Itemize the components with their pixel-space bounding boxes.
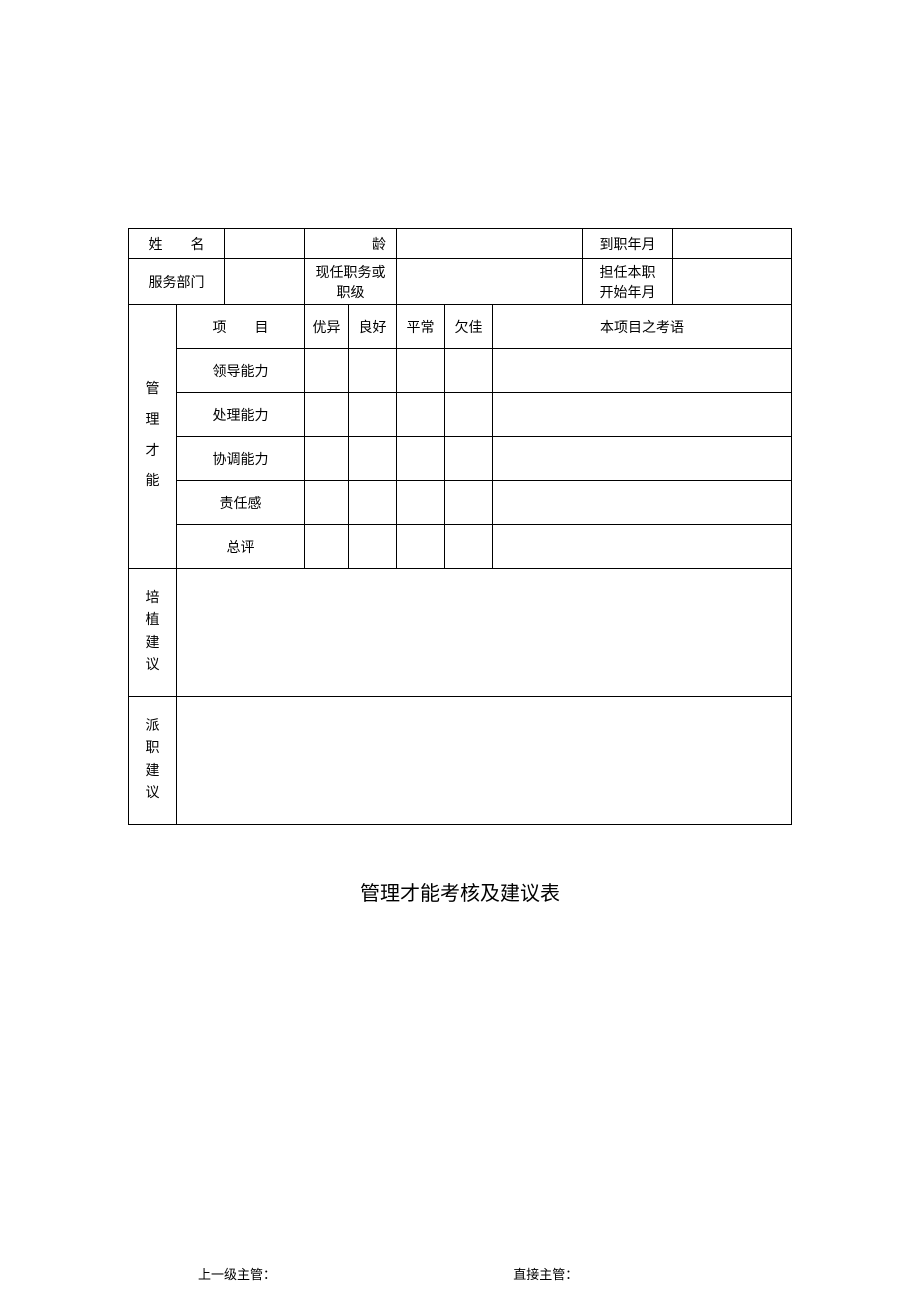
cell-good [349, 393, 397, 437]
label-assign: 派 职 建 议 [129, 697, 177, 825]
cell-poor [445, 481, 493, 525]
cell-average [397, 437, 445, 481]
row-label: 责任感 [177, 481, 305, 525]
value-cultivate [177, 569, 792, 697]
page-title: 管理才能考核及建议表 [128, 877, 792, 906]
value-position [397, 259, 583, 305]
cell-excellent [305, 525, 349, 569]
label-dept: 服务部门 [129, 259, 225, 305]
table-row: 领导能力 [129, 349, 792, 393]
label-name: 姓 名 [129, 229, 225, 259]
cell-comment [493, 393, 792, 437]
label-start-date: 到职年月 [583, 229, 673, 259]
cell-comment [493, 525, 792, 569]
label-mgmt-ability: 管 理 才 能 [129, 305, 177, 569]
label-age: 龄 [305, 229, 397, 259]
cell-poor [445, 525, 493, 569]
footer-left-label: 上一级主管： [128, 1264, 493, 1283]
row-label: 总评 [177, 525, 305, 569]
table-row: 责任感 [129, 481, 792, 525]
col-comment: 本项目之考语 [493, 305, 792, 349]
cell-average [397, 525, 445, 569]
cell-excellent [305, 481, 349, 525]
value-name [225, 229, 305, 259]
col-average: 平常 [397, 305, 445, 349]
cell-poor [445, 437, 493, 481]
col-excellent: 优异 [305, 305, 349, 349]
label-current-start: 担任本职 开始年月 [583, 259, 673, 305]
col-good: 良好 [349, 305, 397, 349]
table-row: 总评 [129, 525, 792, 569]
value-dept [225, 259, 305, 305]
footer: 上一级主管： 直接主管： [0, 1264, 920, 1283]
cell-excellent [305, 437, 349, 481]
col-poor: 欠佳 [445, 305, 493, 349]
cell-comment [493, 349, 792, 393]
col-item: 项 目 [177, 305, 305, 349]
cell-good [349, 525, 397, 569]
cell-good [349, 437, 397, 481]
table-row: 协调能力 [129, 437, 792, 481]
cell-average [397, 393, 445, 437]
evaluation-form: 姓 名 龄 到职年月 服务部门 现任职务或 职级 担任本职 开始年月 [128, 228, 792, 825]
label-position: 现任职务或 职级 [305, 259, 397, 305]
cell-comment [493, 437, 792, 481]
value-age [397, 229, 583, 259]
row-label: 领导能力 [177, 349, 305, 393]
cell-good [349, 349, 397, 393]
value-start-date [673, 229, 792, 259]
row-label: 处理能力 [177, 393, 305, 437]
cell-excellent [305, 393, 349, 437]
cell-excellent [305, 349, 349, 393]
cell-poor [445, 349, 493, 393]
table-row: 处理能力 [129, 393, 792, 437]
cell-good [349, 481, 397, 525]
row-label: 协调能力 [177, 437, 305, 481]
value-assign [177, 697, 792, 825]
footer-right-label: 直接主管： [493, 1264, 792, 1283]
cell-poor [445, 393, 493, 437]
cell-average [397, 349, 445, 393]
value-current-start [673, 259, 792, 305]
cell-comment [493, 481, 792, 525]
label-cultivate: 培 植 建 议 [129, 569, 177, 697]
cell-average [397, 481, 445, 525]
